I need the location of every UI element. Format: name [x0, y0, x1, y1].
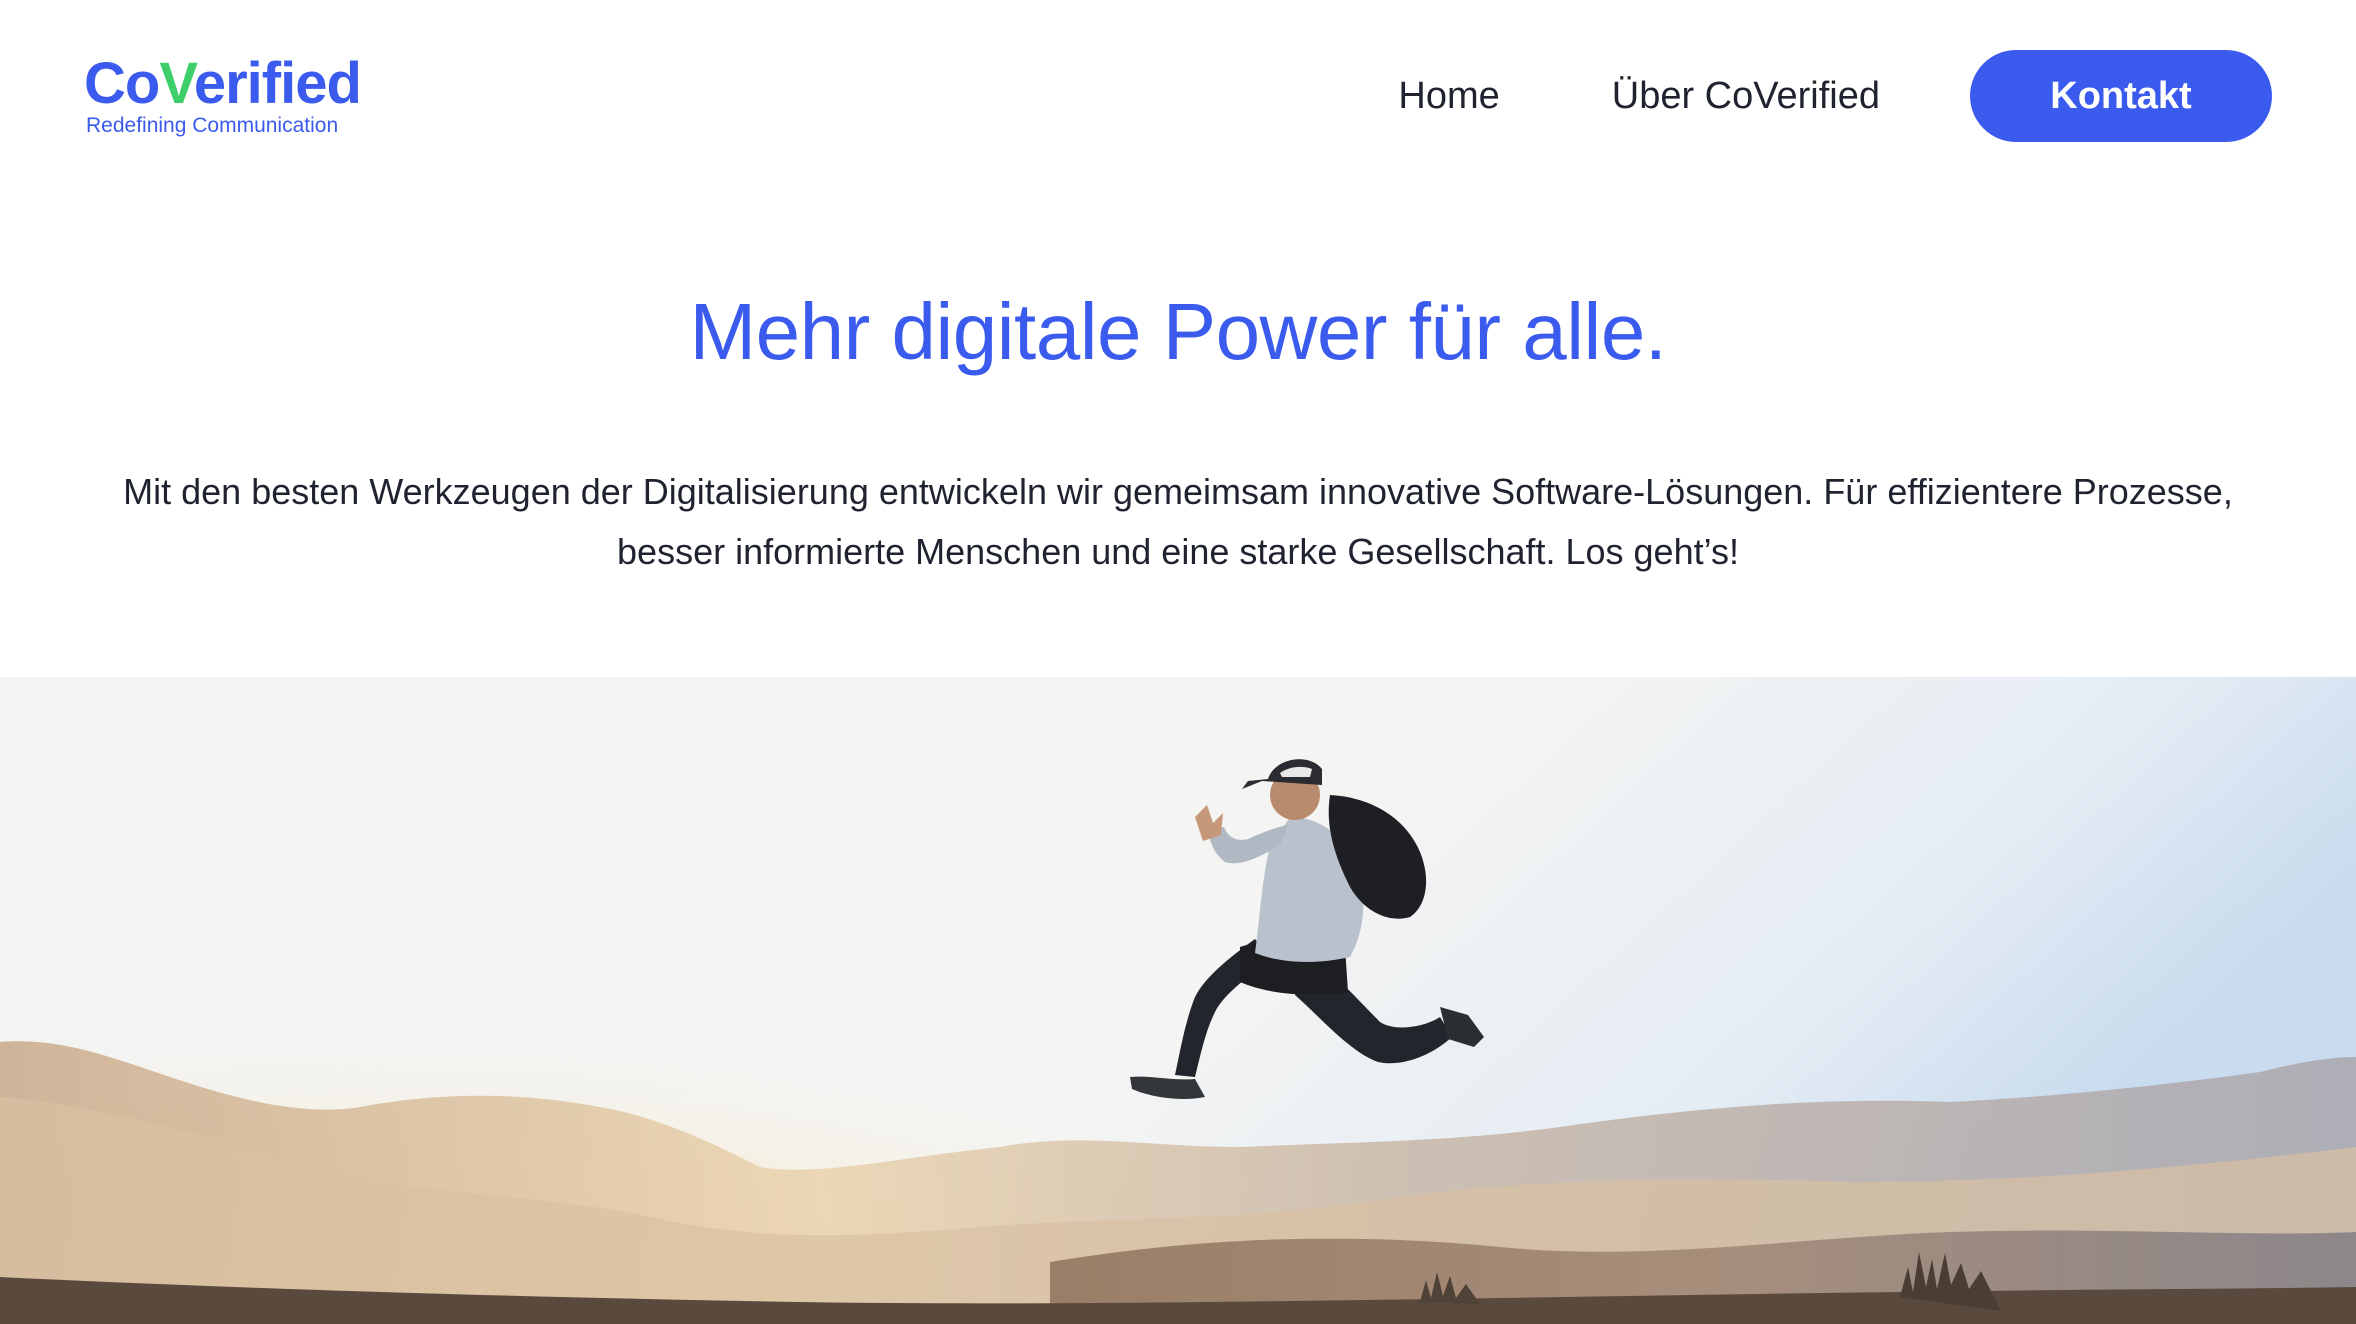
logo-wordmark: CoVerified	[84, 51, 362, 116]
hero-title: Mehr digitale Power für alle.	[689, 287, 1667, 376]
nav-home-link[interactable]: Home	[1398, 75, 1499, 118]
hero-description: Mit den besten Werkzeugen der Digitalisi…	[123, 471, 2233, 572]
jumping-hiker-image	[0, 677, 2356, 1324]
hero-photo	[0, 677, 2356, 1324]
contact-button[interactable]: Kontakt	[1970, 50, 2272, 142]
main-nav: Home Über CoVerified Kontakt	[1398, 50, 2272, 142]
site-header: CoVerified Redefining Communication Home…	[0, 0, 2356, 190]
nav-about-link[interactable]: Über CoVerified	[1612, 75, 1880, 118]
logo[interactable]: CoVerified Redefining Communication	[84, 48, 374, 148]
logo-tagline: Redefining Communication	[86, 114, 339, 137]
logo-check-icon: V	[159, 51, 194, 116]
